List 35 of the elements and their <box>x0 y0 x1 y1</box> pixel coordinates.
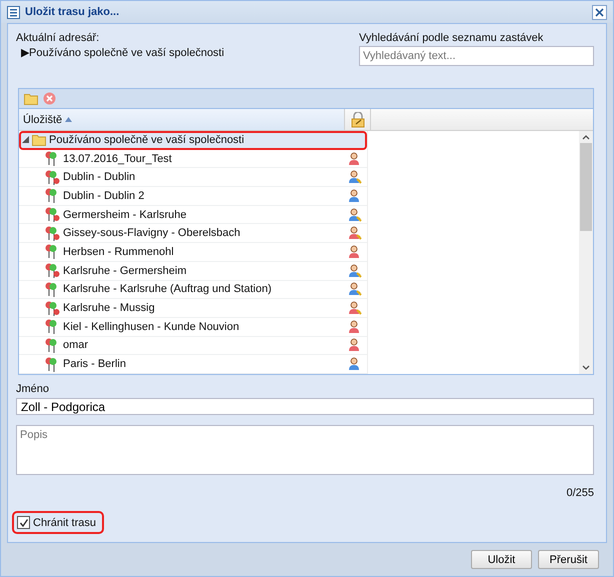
name-field[interactable]: Zoll - Podgorica <box>16 398 594 416</box>
search-field[interactable]: Vyhledávaný text... <box>359 46 594 66</box>
route-name[interactable]: Karlsruhe - Germersheim <box>63 264 186 277</box>
current-dir-path: ▶Používáno společně ve vaší společnosti <box>20 46 224 59</box>
route-name[interactable]: Dublin - Dublin <box>63 171 136 184</box>
name-label: Jméno <box>16 382 50 395</box>
current-dir-label: Aktuální adresář: <box>16 32 100 44</box>
folder-icon <box>32 134 46 146</box>
route-name[interactable]: Gissey-sous-Flavigny - Oberelsbach <box>63 227 240 240</box>
lock-edit-icon <box>350 112 366 128</box>
check-icon <box>18 518 28 528</box>
scrollbar[interactable] <box>579 131 593 374</box>
route-name[interactable]: Herbsen - Rummenohl <box>63 246 174 258</box>
route-name[interactable]: Kiel - Kellinghusen - Kunde Nouvion <box>63 320 240 333</box>
route-name[interactable]: 13.07.2016_Tour_Test <box>63 152 172 165</box>
save-icon <box>7 6 20 18</box>
column-header[interactable]: Úložiště <box>19 109 345 130</box>
route-name[interactable]: omar <box>63 339 88 352</box>
window-title: Uložit trasu jako... <box>25 6 120 18</box>
char-counter: 0/255 <box>566 487 594 499</box>
cancel-button[interactable]: Přerušit <box>538 550 599 569</box>
route-name[interactable]: Germersheim - Karlsruhe <box>63 208 186 221</box>
expand-icon[interactable] <box>22 136 29 144</box>
save-button[interactable]: Uložit <box>471 550 532 569</box>
protect-checkbox[interactable]: Chránit trasu <box>12 511 104 534</box>
description-field[interactable]: Popis <box>16 425 594 475</box>
route-name[interactable]: Karlsruhe - Mussig <box>63 302 155 314</box>
route-name[interactable]: Karlsruhe - Karlsruhe (Auftrag und Station) <box>63 283 272 296</box>
tree-node[interactable]: Používáno společně ve vaší společnosti <box>19 131 367 150</box>
route-name[interactable]: Dublin - Dublin 2 <box>63 190 144 202</box>
search-label: Vyhledávání podle seznamu zastávek <box>359 32 544 44</box>
route-name[interactable]: Paris - Berlin <box>63 358 126 370</box>
close-icon <box>595 8 604 16</box>
sort-icon <box>65 117 72 122</box>
close-button[interactable] <box>592 4 607 20</box>
